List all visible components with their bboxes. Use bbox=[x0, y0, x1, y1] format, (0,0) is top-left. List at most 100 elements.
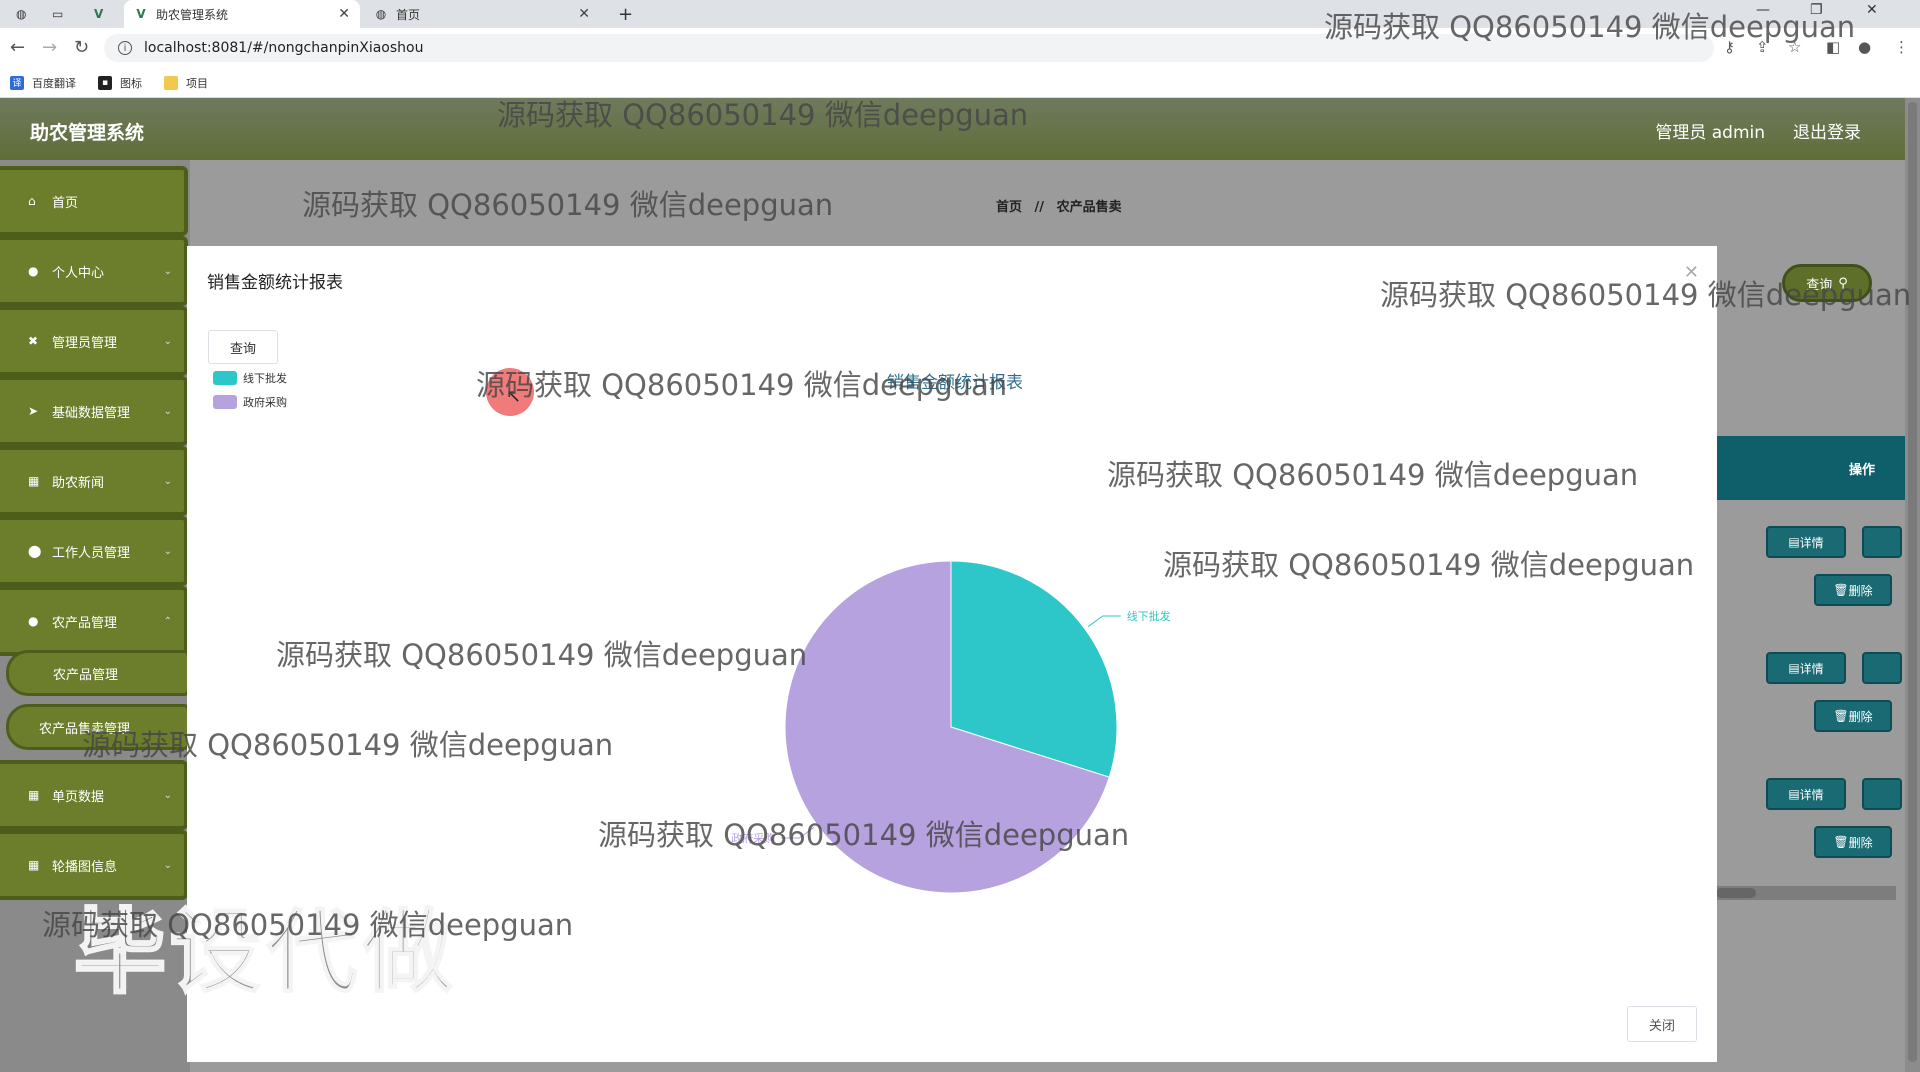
delete-button[interactable]: 🗑 删除 bbox=[1814, 826, 1892, 858]
pie-label-line bbox=[781, 827, 815, 839]
browser-menu-icon[interactable]: ◍ bbox=[6, 0, 38, 28]
table-horizontal-scrollbar[interactable] bbox=[1716, 886, 1896, 900]
pie-slice-label: 政府采购 bbox=[731, 831, 775, 845]
info-icon[interactable]: i bbox=[118, 41, 132, 55]
share-icon[interactable]: ⇪ bbox=[1756, 38, 1769, 56]
browser-tab-bar: ◍ ▭ V V 助农管理系统 ✕ ◍ 首页 ✕ + — ❐ ✕ bbox=[0, 0, 1920, 28]
detail-button[interactable]: ▤ 详情 bbox=[1766, 652, 1846, 684]
tab-close-icon[interactable]: ✕ bbox=[578, 6, 590, 22]
search-icon: ⚲ bbox=[1838, 275, 1848, 291]
close-button[interactable]: 关闭 bbox=[1627, 1006, 1697, 1042]
admin-label: 管理员 admin bbox=[1655, 123, 1765, 143]
translate-icon: 译 bbox=[10, 75, 24, 90]
forward-icon[interactable]: → bbox=[42, 37, 57, 58]
user-icon: ● bbox=[28, 614, 39, 628]
cursor-icon: ↖ bbox=[506, 386, 522, 407]
chevron-down-icon: ⌄ bbox=[163, 859, 172, 871]
key-icon[interactable]: ⚷ bbox=[1724, 38, 1735, 56]
chevron-down-icon: ⌄ bbox=[163, 335, 172, 347]
scroll-thumb[interactable] bbox=[1908, 102, 1917, 1062]
star-icon[interactable]: ☆ bbox=[1788, 38, 1801, 56]
globe-icon: ◍ bbox=[375, 7, 387, 21]
window-close-icon[interactable]: ✕ bbox=[1866, 2, 1878, 18]
page-scrollbar[interactable] bbox=[1905, 98, 1920, 1072]
breadcrumb-current: 农产品售卖 bbox=[1056, 200, 1122, 215]
trash-icon: 🗑 bbox=[1833, 835, 1849, 849]
app-header: 助农管理系统 管理员 admin 退出登录 bbox=[0, 98, 1905, 160]
chevron-down-icon: ⌄ bbox=[163, 475, 172, 487]
url-text: localhost:8081/#/nongchanpinXiaoshou bbox=[144, 40, 424, 56]
pie-label-line bbox=[1087, 615, 1121, 627]
vue-tab-icon[interactable]: V bbox=[84, 0, 116, 28]
breadcrumb: 首页 // 农产品售卖 bbox=[996, 196, 1122, 215]
sidebar-item-single-page[interactable]: ▦ 单页数据 ⌄ bbox=[0, 760, 188, 830]
sidebar-item-staff[interactable]: ⬤ 工作人员管理 ⌄ bbox=[0, 516, 188, 586]
detail-button[interactable]: ▤ 详情 bbox=[1766, 526, 1846, 558]
grid-icon: ▦ bbox=[28, 474, 40, 488]
sidebar-subitem-sales[interactable]: 农产品售卖管理 bbox=[6, 704, 190, 750]
location-icon: ⬤ bbox=[28, 544, 42, 558]
sidebar-item-basic-data[interactable]: ➤ 基础数据管理 ⌄ bbox=[0, 376, 188, 446]
admin-icon: ✖ bbox=[28, 334, 39, 348]
doc-icon: ▤ bbox=[1788, 787, 1800, 801]
profile-icon[interactable]: ● bbox=[1858, 38, 1871, 56]
minimize-icon[interactable]: — bbox=[1756, 2, 1770, 18]
grid-icon: ▦ bbox=[28, 858, 40, 872]
delete-button[interactable]: 🗑 删除 bbox=[1814, 574, 1892, 606]
trash-icon: 🗑 bbox=[1833, 709, 1849, 723]
folder-icon bbox=[164, 75, 178, 90]
sidebar-item-news[interactable]: ▦ 助农新闻 ⌄ bbox=[0, 446, 188, 516]
user-icon: ● bbox=[28, 264, 39, 278]
breadcrumb-home[interactable]: 首页 bbox=[996, 200, 1022, 215]
icon-font-icon: ▪ bbox=[98, 75, 112, 90]
breadcrumb-separator: // bbox=[1034, 200, 1045, 215]
more-icon[interactable]: ⋮ bbox=[1894, 38, 1909, 56]
send-icon: ➤ bbox=[28, 404, 39, 418]
new-tab-button[interactable]: + bbox=[608, 0, 643, 28]
back-icon[interactable]: ← bbox=[10, 37, 25, 58]
sidebar-item-profile[interactable]: ● 个人中心 ⌄ bbox=[0, 236, 188, 306]
sidebar-item-home[interactable]: ⌂ 首页 bbox=[0, 166, 188, 236]
sidebar-item-admins[interactable]: ✖ 管理员管理 ⌄ bbox=[0, 306, 188, 376]
tab-home[interactable]: ◍ 首页 ✕ bbox=[364, 0, 600, 28]
bookmark-projects[interactable]: 项目 bbox=[164, 75, 208, 91]
bookmark-icons[interactable]: ▪ 图标 bbox=[98, 75, 142, 91]
bookmark-baidu-translate[interactable]: 译 百度翻译 bbox=[10, 75, 76, 91]
doc-icon: ▤ bbox=[1788, 661, 1800, 675]
restore-icon[interactable]: ❐ bbox=[1810, 2, 1823, 18]
scroll-thumb[interactable] bbox=[1716, 888, 1756, 898]
chevron-down-icon: ⌄ bbox=[163, 545, 172, 557]
doc-icon: ▤ bbox=[1788, 535, 1800, 549]
stamp-watermark: 毕设代做 bbox=[72, 898, 459, 1008]
trash-icon: 🗑 bbox=[1833, 583, 1849, 597]
delete-button[interactable]: 🗑 删除 bbox=[1814, 700, 1892, 732]
tab-title: 首页 bbox=[396, 7, 421, 22]
sidepanel-icon[interactable]: ◧ bbox=[1826, 38, 1840, 56]
chevron-down-icon: ⌄ bbox=[163, 789, 172, 801]
reload-icon[interactable]: ↻ bbox=[74, 37, 89, 58]
detail-button[interactable]: ▤ 详情 bbox=[1766, 778, 1846, 810]
url-field[interactable]: i localhost:8081/#/nongchanpinXiaoshou bbox=[104, 34, 1714, 62]
edit-button[interactable] bbox=[1862, 652, 1902, 684]
pie-slice-label: 线下批发 bbox=[1127, 609, 1171, 623]
vue-logo-icon: V bbox=[136, 7, 146, 21]
logout-link[interactable]: 退出登录 bbox=[1793, 118, 1861, 143]
sidebar-item-products[interactable]: ● 农产品管理 ⌃ bbox=[0, 586, 188, 656]
sidebar-subitem-products[interactable]: 农产品管理 bbox=[6, 650, 190, 696]
chevron-down-icon: ⌃ bbox=[163, 615, 172, 627]
edit-button[interactable] bbox=[1862, 778, 1902, 810]
grid-icon: ▦ bbox=[28, 788, 40, 802]
search-button[interactable]: 查询 ⚲ bbox=[1782, 264, 1872, 302]
address-bar: ← → ↻ i localhost:8081/#/nongchanpinXiao… bbox=[0, 28, 1920, 68]
chevron-down-icon: ⌄ bbox=[163, 265, 172, 277]
chevron-down-icon: ⌄ bbox=[163, 405, 172, 417]
bookmarks-bar: 译 百度翻译 ▪ 图标 项目 bbox=[0, 68, 1920, 98]
home-icon: ⌂ bbox=[28, 194, 36, 208]
blank-tab-icon[interactable]: ▭ bbox=[42, 0, 78, 28]
app-title: 助农管理系统 bbox=[30, 122, 145, 144]
tab-main[interactable]: V 助农管理系统 ✕ bbox=[124, 0, 360, 28]
table-action-header: 操作 bbox=[1716, 436, 1905, 500]
tab-title: 助农管理系统 bbox=[156, 7, 229, 22]
edit-button[interactable] bbox=[1862, 526, 1902, 558]
tab-close-icon[interactable]: ✕ bbox=[338, 6, 350, 22]
